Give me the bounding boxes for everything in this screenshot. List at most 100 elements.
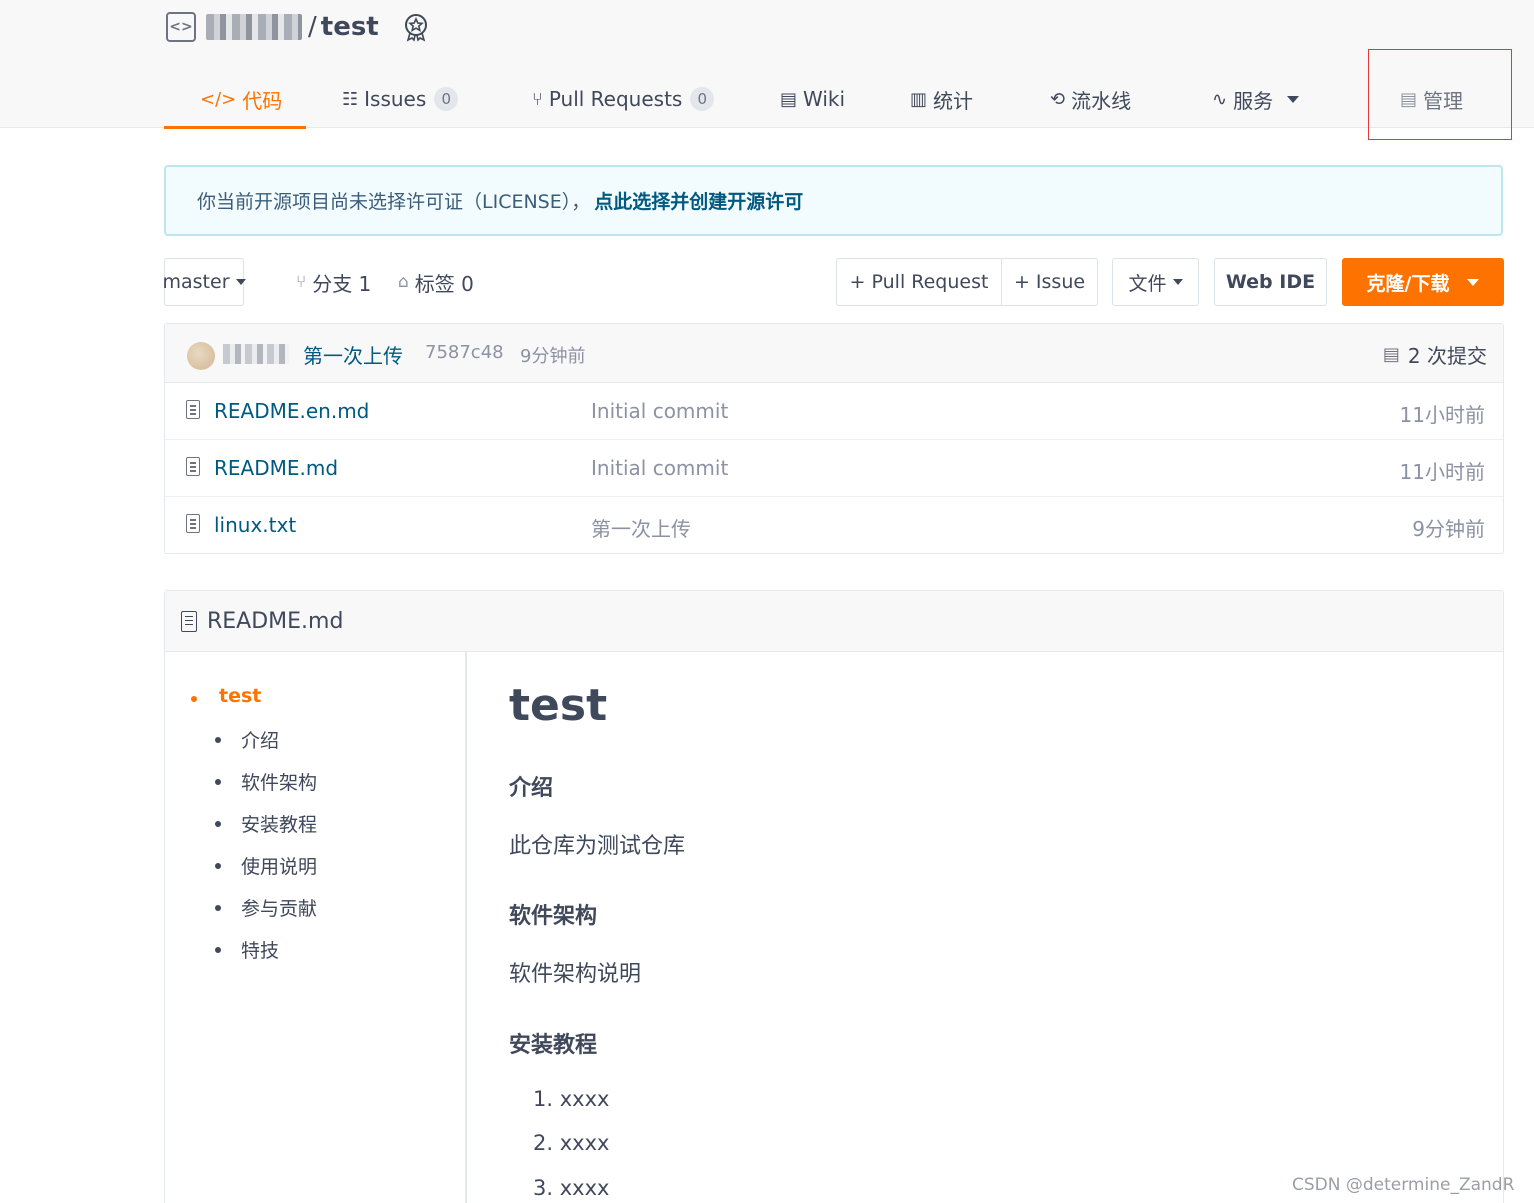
tab-label: 统计	[933, 88, 974, 113]
file-commit-time: 9分钟前	[1412, 517, 1485, 541]
tab-label: 服务	[1233, 88, 1274, 113]
tab-services[interactable]: ∿ 服务	[1190, 70, 1366, 128]
csdn-watermark: CSDN @determine_ZandR	[1292, 1175, 1515, 1195]
new-issue-label: + Issue	[1013, 271, 1086, 293]
repo-header: <> / test </> 代码 ☷ Issues 0 ⑂ Pull Reque…	[0, 0, 1534, 140]
file-icon	[186, 514, 200, 533]
pull-request-icon: ⑂	[532, 88, 543, 110]
readme-toc: test 介绍 软件架构 安装教程 使用说明 参与贡献 特技	[165, 652, 467, 1203]
readme-title: README.md	[207, 608, 344, 634]
file-icon	[181, 610, 197, 632]
repo-toolbar: master ⑂ 分支 1 ⌂ 标签 0 + Pull Request + Is…	[162, 258, 1504, 306]
tab-code[interactable]: </> 代码	[164, 70, 306, 129]
code-repo-icon: <>	[166, 12, 196, 42]
file-commit-time: 11小时前	[1399, 460, 1485, 484]
section-heading: 安装教程	[509, 1033, 598, 1058]
repo-name[interactable]: test	[321, 12, 379, 42]
tab-label: Wiki	[803, 87, 846, 111]
web-ide-label: Web IDE	[1225, 271, 1316, 293]
tab-wiki[interactable]: ▤ Wiki	[750, 70, 890, 128]
license-notice: 你当前开源项目尚未选择许可证（LICENSE）， 点此选择并创建开源许可	[164, 165, 1503, 236]
tab-label: Issues	[364, 87, 427, 111]
file-commit-message[interactable]: 第一次上传	[591, 513, 691, 542]
commits-count-link[interactable]: ▤ 2 次提交	[1383, 340, 1487, 369]
toc-item[interactable]: 介绍	[214, 726, 279, 753]
latest-commit-time: 9分钟前	[520, 346, 586, 367]
toc-item[interactable]: test	[190, 685, 261, 707]
tag-icon: ⌂	[398, 272, 409, 292]
chevron-down-icon	[1287, 95, 1300, 103]
avatar[interactable]	[187, 342, 215, 370]
license-notice-text: 你当前开源项目尚未选择许可证（LICENSE），	[197, 191, 591, 213]
commits-icon: ▤	[1382, 344, 1400, 365]
file-name[interactable]: README.en.md	[214, 399, 369, 423]
code-icon: </>	[200, 88, 237, 110]
list-item: 2. xxxx	[533, 1131, 610, 1155]
latest-commit-bar: 第一次上传 7587c48 9分钟前 ▤ 2 次提交	[165, 324, 1503, 383]
branch-icon: ⑂	[296, 272, 307, 292]
repo-separator: /	[308, 12, 317, 42]
new-issue-button[interactable]: + Issue	[1001, 258, 1098, 306]
latest-commit-message[interactable]: 第一次上传	[303, 340, 403, 369]
issues-icon: ☷	[342, 88, 359, 110]
toc-item[interactable]: 参与贡献	[214, 894, 317, 921]
issues-count-badge: 0	[434, 87, 459, 111]
file-name[interactable]: linux.txt	[214, 513, 296, 537]
readme-heading: test	[509, 680, 608, 731]
wiki-book-icon: ▤	[780, 88, 798, 110]
file-commit-message[interactable]: Initial commit	[591, 456, 728, 480]
tags-label: 标签 0	[414, 271, 474, 296]
file-dropdown-label: 文件	[1128, 272, 1167, 295]
recommended-badge-icon[interactable]	[401, 12, 431, 42]
clone-download-button[interactable]: 克隆/下载	[1342, 258, 1504, 306]
pull-requests-count-badge: 0	[690, 87, 715, 111]
tags-link[interactable]: ⌂ 标签 0	[398, 258, 474, 306]
tab-label: 代码	[242, 88, 283, 113]
commits-count-label: 2 次提交	[1407, 344, 1487, 368]
file-icon	[186, 400, 200, 419]
tab-statistics[interactable]: ▥ 统计	[890, 70, 1030, 128]
pipeline-icon: ⟲	[1050, 88, 1066, 110]
create-license-link[interactable]: 点此选择并创建开源许可	[594, 187, 803, 214]
caret-down-icon	[235, 279, 246, 285]
latest-commit-sha[interactable]: 7587c48	[425, 342, 504, 363]
new-pull-request-button[interactable]: + Pull Request	[836, 258, 1002, 306]
file-dropdown-button[interactable]: 文件	[1112, 258, 1199, 306]
readme-panel: README.md test 介绍 软件架构 安装教程 使用说明 参与贡献 特技…	[164, 590, 1504, 1203]
tab-label: Pull Requests	[548, 87, 683, 111]
toc-item[interactable]: 特技	[214, 936, 279, 963]
table-row[interactable]: README.md Initial commit 11小时前	[165, 440, 1503, 497]
toc-item[interactable]: 使用说明	[214, 852, 317, 879]
new-pull-request-label: + Pull Request	[849, 271, 989, 293]
table-row[interactable]: linux.txt 第一次上传 9分钟前	[165, 497, 1503, 554]
activity-icon: ∿	[1212, 88, 1228, 110]
tab-pull-requests[interactable]: ⑂ Pull Requests 0	[496, 70, 750, 128]
section-text: 软件架构说明	[509, 962, 642, 987]
caret-down-icon	[1172, 279, 1183, 285]
list-item: 3. xxxx	[533, 1176, 610, 1200]
branches-link[interactable]: ⑂ 分支 1	[296, 258, 371, 306]
repo-tabs: </> 代码 ☷ Issues 0 ⑂ Pull Requests 0 ▤ Wi…	[164, 70, 1516, 129]
commit-author-redacted[interactable]	[223, 344, 289, 364]
file-list: 第一次上传 7587c48 9分钟前 ▤ 2 次提交 README.en.md …	[164, 323, 1504, 554]
clone-download-label: 克隆/下载	[1366, 272, 1450, 295]
branch-name: master	[162, 271, 230, 293]
readme-header: README.md	[165, 591, 1503, 652]
tab-pipeline[interactable]: ⟲ 流水线	[1030, 70, 1190, 128]
repo-title: <> / test	[166, 8, 431, 46]
web-ide-button[interactable]: Web IDE	[1214, 258, 1327, 306]
bar-chart-icon: ▥	[910, 88, 928, 110]
toc-item[interactable]: 安装教程	[214, 810, 317, 837]
tab-issues[interactable]: ☷ Issues 0	[306, 70, 496, 128]
table-row[interactable]: README.en.md Initial commit 11小时前	[165, 383, 1503, 440]
caret-down-icon	[1467, 278, 1480, 286]
file-icon	[186, 457, 200, 476]
repo-owner-redacted[interactable]	[206, 14, 302, 40]
section-text: 此仓库为测试仓库	[509, 834, 686, 859]
file-name[interactable]: README.md	[214, 456, 338, 480]
file-commit-message[interactable]: Initial commit	[591, 399, 728, 423]
manage-highlight-box	[1368, 49, 1512, 140]
branch-select[interactable]: master	[162, 258, 246, 306]
tab-label: 流水线	[1071, 88, 1132, 113]
toc-item[interactable]: 软件架构	[214, 768, 317, 795]
